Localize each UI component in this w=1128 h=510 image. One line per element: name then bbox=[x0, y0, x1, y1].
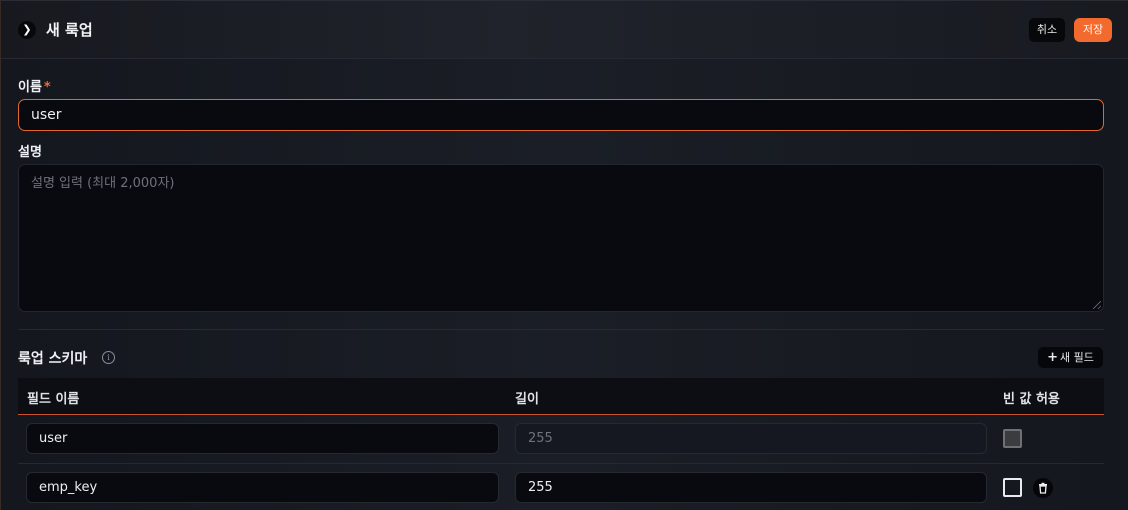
name-label-text: 이름 bbox=[18, 80, 42, 95]
description-placeholder: 설명 입력 (최대 2,000자) bbox=[31, 176, 175, 191]
chevron-right-icon[interactable]: ❯ bbox=[18, 21, 36, 39]
field-name-input[interactable]: user bbox=[26, 423, 499, 454]
new-field-label: 새 필드 bbox=[1060, 351, 1094, 364]
required-mark: * bbox=[43, 80, 51, 95]
row-divider bbox=[18, 463, 1104, 464]
field-name-input[interactable]: emp_key bbox=[26, 472, 499, 503]
length-input: 255 bbox=[515, 423, 987, 454]
new-field-button[interactable]: + 새 필드 bbox=[1038, 347, 1103, 368]
save-button[interactable]: 저장 bbox=[1074, 18, 1112, 42]
trash-icon[interactable] bbox=[1033, 478, 1053, 498]
cancel-button[interactable]: 취소 bbox=[1029, 18, 1065, 42]
nullable-checkbox[interactable] bbox=[1003, 478, 1022, 497]
nullable-checkbox bbox=[1003, 429, 1022, 448]
page-title: 새 룩업 bbox=[46, 21, 93, 39]
field-name-value: user bbox=[39, 431, 68, 446]
description-textarea[interactable]: 설명 입력 (최대 2,000자) bbox=[18, 164, 1104, 312]
lookup-editor-panel: ❯ 새 룩업 취소 저장 이름 * user 설명 설명 입력 (최대 2,000… bbox=[0, 0, 1128, 510]
schema-table-header: 필드 이름 길이 빈 값 허용 bbox=[18, 378, 1104, 415]
panel-header: ❯ 새 룩업 취소 저장 bbox=[1, 1, 1128, 59]
column-header-nullable: 빈 값 허용 bbox=[1003, 392, 1060, 407]
column-header-length: 길이 bbox=[515, 392, 539, 407]
info-icon[interactable]: i bbox=[102, 351, 115, 364]
schema-section-title: 룩업 스키마 bbox=[18, 351, 88, 367]
name-input[interactable]: user bbox=[18, 99, 1104, 131]
column-header-field-name: 필드 이름 bbox=[27, 392, 80, 407]
plus-icon: + bbox=[1047, 350, 1059, 365]
field-name-value: emp_key bbox=[39, 480, 98, 495]
resize-handle-icon[interactable] bbox=[1093, 301, 1101, 309]
description-label: 설명 bbox=[18, 145, 42, 160]
length-value: 255 bbox=[528, 431, 553, 446]
length-value: 255 bbox=[528, 480, 553, 495]
name-label: 이름 * bbox=[18, 76, 51, 95]
section-divider bbox=[18, 329, 1104, 330]
name-input-value: user bbox=[31, 107, 62, 123]
length-input[interactable]: 255 bbox=[515, 472, 987, 503]
